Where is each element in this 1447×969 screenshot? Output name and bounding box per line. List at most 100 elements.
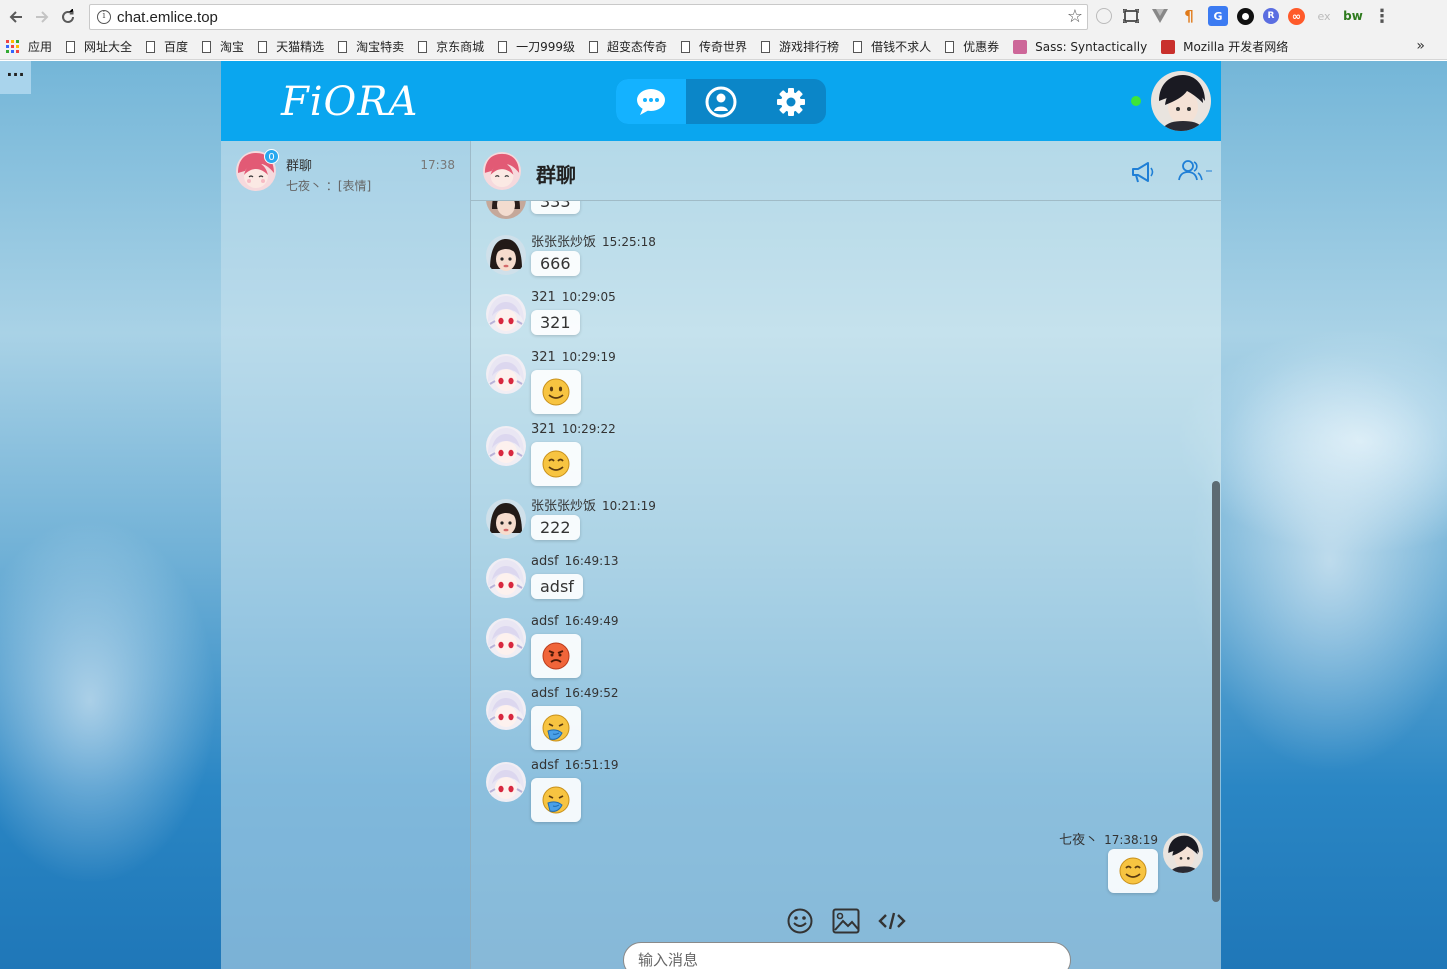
- unread-badge: 0: [264, 149, 279, 164]
- back-icon[interactable]: [3, 4, 29, 30]
- bookmark-mdn[interactable]: Mozilla 开发者网络: [1161, 38, 1288, 55]
- browser-menu-icon[interactable]: ⋮: [1372, 6, 1392, 27]
- page-icon: [853, 40, 863, 53]
- conversation-sidebar: 0 群聊 17:38 七夜丶 ：[表情]: [221, 141, 471, 969]
- message-list: 333 张张张炒饭 15:25:18 666 321 10:29:05 321 321 10:…: [471, 201, 1221, 901]
- message-bubble: 321: [531, 310, 580, 335]
- chat-header: 群聊: [471, 141, 1221, 201]
- user-avatar[interactable]: [486, 235, 526, 275]
- user-avatar[interactable]: [486, 618, 526, 658]
- user-avatar[interactable]: [486, 558, 526, 598]
- message-time: 16:49:13: [564, 554, 619, 568]
- vomit-emoji-icon: [531, 706, 581, 750]
- message-time: 16:51:19: [564, 758, 619, 772]
- bookmark-item[interactable]: 一刀999级: [498, 38, 575, 55]
- message-time: 16:49:49: [564, 614, 619, 628]
- conversation-item-group[interactable]: 0 群聊 17:38 七夜丶 ：[表情]: [221, 141, 470, 201]
- extension-paragraph-icon[interactable]: ¶: [1179, 6, 1199, 26]
- bookmark-item[interactable]: 淘宝特卖: [338, 38, 404, 55]
- page-icon: [589, 40, 599, 53]
- image-icon: [832, 908, 860, 934]
- bookmark-item[interactable]: 超变态传奇: [589, 38, 667, 55]
- forward-icon[interactable]: [29, 4, 55, 30]
- bookmark-item[interactable]: 淘宝: [202, 38, 244, 55]
- user-avatar[interactable]: [486, 499, 526, 539]
- emoji-button[interactable]: [786, 907, 814, 935]
- extension-translate-icon[interactable]: G: [1208, 6, 1228, 26]
- chat-panel: 群聊 333 张张张炒饭 15:25:18 666 321 10:29:05 321 321…: [471, 141, 1221, 969]
- page-icon: [258, 40, 268, 53]
- my-avatar[interactable]: [1151, 71, 1211, 131]
- message-author: 张张张炒饭: [531, 235, 597, 250]
- address-bar[interactable]: i chat.emlice.top ☆: [89, 4, 1088, 30]
- bookmark-star-icon[interactable]: ☆: [1067, 6, 1083, 27]
- composer-toolbar: [786, 907, 906, 935]
- bookmarks-overflow-icon[interactable]: »: [1416, 38, 1425, 54]
- apps-grid-icon: [6, 39, 20, 54]
- extension-infinity-icon[interactable]: ∞: [1288, 7, 1305, 25]
- mdn-icon: [1161, 39, 1176, 54]
- extension-bw-icon[interactable]: bw: [1343, 6, 1363, 26]
- extension-screenshot-icon[interactable]: [1121, 6, 1141, 26]
- user-icon: [705, 86, 737, 117]
- message-input[interactable]: [623, 942, 1071, 969]
- smiley-icon: [787, 908, 813, 934]
- code-button[interactable]: [878, 907, 906, 935]
- bookmark-item[interactable]: 天猫精选: [258, 38, 324, 55]
- message-meta: 321 10:29:19: [531, 350, 616, 365]
- extension-record-icon[interactable]: [1237, 7, 1254, 25]
- extension-circle-icon[interactable]: [1096, 8, 1112, 24]
- bookmark-item[interactable]: 百度: [146, 38, 188, 55]
- announcement-icon[interactable]: [1131, 161, 1155, 186]
- message-author: adsf: [531, 614, 559, 629]
- bookmark-item[interactable]: 借钱不求人: [853, 38, 931, 55]
- group-members-icon[interactable]: [1178, 159, 1212, 184]
- message-meta: 321 10:29:22: [531, 422, 616, 437]
- message-bubble: 666: [531, 251, 580, 276]
- tab-contacts[interactable]: [686, 79, 756, 124]
- user-avatar[interactable]: [486, 354, 526, 394]
- user-avatar[interactable]: [1163, 833, 1203, 873]
- bookmark-sass[interactable]: Sass: Syntactically A: [1013, 39, 1147, 54]
- site-info-icon[interactable]: i: [97, 10, 111, 24]
- tab-chat[interactable]: [616, 79, 686, 124]
- gear-icon: [777, 87, 805, 116]
- browser-toolbar: i chat.emlice.top ☆ ¶ G R ∞ ex bw ⋮: [0, 0, 1447, 34]
- message-time: 17:38:19: [1104, 833, 1158, 847]
- bookmark-item[interactable]: 京东商城: [418, 38, 484, 55]
- user-avatar[interactable]: [486, 690, 526, 730]
- bookmark-item[interactable]: 优惠券: [945, 38, 999, 55]
- message-scrollbar[interactable]: [1212, 481, 1220, 902]
- image-button[interactable]: [832, 907, 860, 935]
- app-header: FiORA: [221, 61, 1221, 141]
- message-time: 15:25:18: [602, 235, 656, 249]
- code-icon: [878, 912, 906, 930]
- message-meta: 张张张炒饭 10:21:19: [531, 495, 656, 514]
- message-time: 16:49:52: [564, 686, 619, 700]
- extension-r-icon[interactable]: R: [1263, 8, 1279, 24]
- bookmark-item[interactable]: 网址大全: [66, 38, 132, 55]
- bookmark-item[interactable]: 游戏排行榜: [761, 38, 839, 55]
- message-meta: 七夜丶 17:38:19: [1059, 829, 1158, 848]
- page-icon: [418, 40, 428, 53]
- page-icon: [761, 40, 771, 53]
- extension-vue-icon[interactable]: [1150, 6, 1170, 26]
- user-avatar[interactable]: [486, 294, 526, 334]
- reload-icon[interactable]: [55, 4, 81, 30]
- tab-settings[interactable]: [756, 79, 826, 124]
- extension-ex-icon[interactable]: ex: [1314, 6, 1334, 26]
- more-options-button[interactable]: ···: [0, 61, 31, 94]
- message-author: adsf: [531, 554, 559, 569]
- bookmark-apps[interactable]: 应用: [6, 38, 52, 55]
- page-icon: [202, 40, 212, 53]
- user-avatar[interactable]: [486, 426, 526, 466]
- online-status-dot: [1131, 96, 1141, 106]
- message-meta: adsf 16:49:13: [531, 554, 618, 569]
- user-avatar[interactable]: [486, 762, 526, 802]
- bookmark-item[interactable]: 传奇世界: [681, 38, 747, 55]
- page-icon: [498, 40, 508, 53]
- chat-app: FiORA 0 群聊 17:38 七夜丶 ：[表情] 群聊 333 张张张炒饭 …: [221, 61, 1221, 969]
- user-avatar: [486, 201, 526, 219]
- url-text: chat.emlice.top: [117, 8, 218, 26]
- page-icon: [66, 40, 76, 53]
